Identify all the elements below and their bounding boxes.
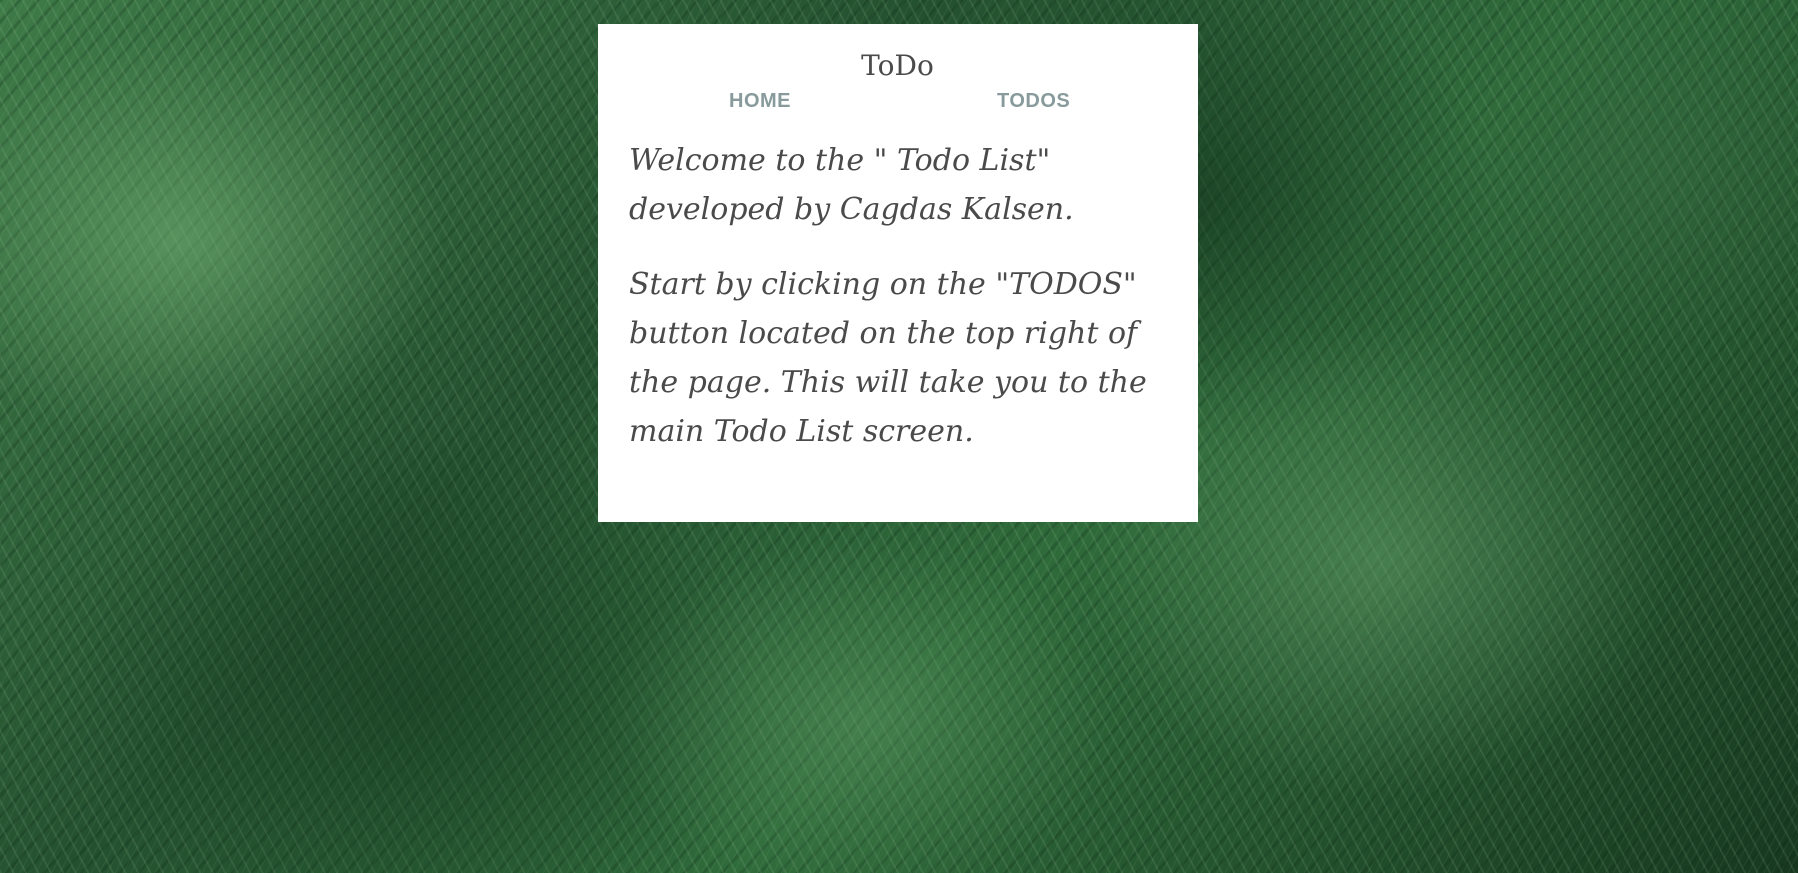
welcome-text: Welcome to the " Todo List" developed by…: [629, 143, 1074, 227]
main-nav: HOME TODOS: [629, 86, 1166, 122]
content-card: ToDo HOME TODOS Welcome to the " Todo Li…: [598, 24, 1198, 522]
nav-home-link[interactable]: HOME: [729, 90, 791, 113]
nav-todos-link[interactable]: TODOS: [997, 90, 1070, 113]
page-title: ToDo: [861, 49, 934, 82]
instructions-text: Start by clicking on the "TODOS" button …: [629, 267, 1147, 449]
